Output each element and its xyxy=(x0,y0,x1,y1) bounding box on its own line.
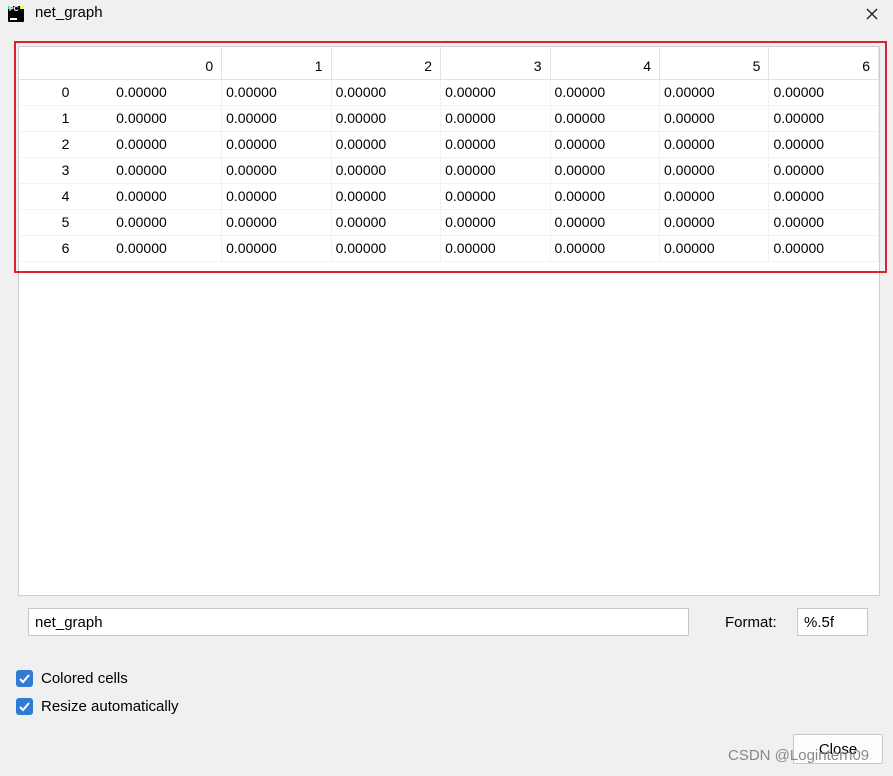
resize-automatically-label: Resize automatically xyxy=(41,698,179,715)
table-cell[interactable]: 0.00000 xyxy=(440,235,551,262)
table-cell[interactable]: 0.00000 xyxy=(768,79,879,106)
format-field[interactable] xyxy=(797,608,868,636)
column-header[interactable]: 6 xyxy=(768,47,879,80)
array-name-field[interactable] xyxy=(28,608,689,636)
table-header-row: 0 1 2 3 4 5 6 xyxy=(19,47,879,80)
table-cell[interactable]: 0.00000 xyxy=(221,157,332,184)
table-cell[interactable]: 0.00000 xyxy=(659,183,770,210)
row-header[interactable]: 1 xyxy=(19,105,113,132)
table-cell[interactable]: 0.00000 xyxy=(331,131,442,158)
row-header[interactable]: 6 xyxy=(19,235,113,262)
table-cell[interactable]: 0.00000 xyxy=(550,105,661,132)
resize-automatically-checkbox[interactable] xyxy=(16,698,33,715)
table-cell[interactable]: 0.00000 xyxy=(221,183,332,210)
title-bar: PC net_graph xyxy=(0,0,893,30)
window-title: net_graph xyxy=(35,4,103,21)
table-cell[interactable]: 0.00000 xyxy=(768,209,879,236)
table-cell[interactable]: 0.00000 xyxy=(331,235,442,262)
table-cell[interactable]: 0.00000 xyxy=(112,235,223,262)
table-cell[interactable]: 0.00000 xyxy=(550,235,661,262)
table-cell[interactable]: 0.00000 xyxy=(550,209,661,236)
table-cell[interactable]: 0.00000 xyxy=(550,131,661,158)
table-cell[interactable]: 0.00000 xyxy=(112,105,223,132)
table-cell[interactable]: 0.00000 xyxy=(440,131,551,158)
row-header[interactable]: 3 xyxy=(19,157,113,184)
table-cell[interactable]: 0.00000 xyxy=(331,183,442,210)
table-cell[interactable]: 0.00000 xyxy=(440,183,551,210)
column-header[interactable]: 2 xyxy=(331,47,442,80)
table-cell[interactable]: 0.00000 xyxy=(659,131,770,158)
row-header[interactable]: 2 xyxy=(19,131,113,158)
table-cell[interactable]: 0.00000 xyxy=(440,79,551,106)
colored-cells-checkbox[interactable] xyxy=(16,670,33,687)
table-cell[interactable]: 0.00000 xyxy=(768,105,879,132)
table-row: 2 0.00000 0.00000 0.00000 0.00000 0.0000… xyxy=(19,131,879,158)
table-row: 5 0.00000 0.00000 0.00000 0.00000 0.0000… xyxy=(19,209,879,236)
table-cell[interactable]: 0.00000 xyxy=(112,79,223,106)
column-header[interactable]: 0 xyxy=(112,47,223,80)
row-header[interactable]: 0 xyxy=(19,79,113,106)
table-row: 3 0.00000 0.00000 0.00000 0.00000 0.0000… xyxy=(19,157,879,184)
table-cell[interactable]: 0.00000 xyxy=(221,79,332,106)
table-cell[interactable]: 0.00000 xyxy=(221,209,332,236)
table-cell[interactable]: 0.00000 xyxy=(112,157,223,184)
row-header[interactable]: 4 xyxy=(19,183,113,210)
colored-cells-label: Colored cells xyxy=(41,670,128,687)
pycharm-icon: PC xyxy=(8,6,24,22)
table-cell[interactable]: 0.00000 xyxy=(440,157,551,184)
table-cell[interactable]: 0.00000 xyxy=(331,157,442,184)
table-cell[interactable]: 0.00000 xyxy=(331,105,442,132)
table-cell[interactable]: 0.00000 xyxy=(659,209,770,236)
table-cell[interactable]: 0.00000 xyxy=(221,235,332,262)
table-cell[interactable]: 0.00000 xyxy=(550,183,661,210)
table-cell[interactable]: 0.00000 xyxy=(112,183,223,210)
row-header[interactable]: 5 xyxy=(19,209,113,236)
array-table-panel[interactable]: 0 1 2 3 4 5 6 0 0.00000 0.00000 0.00000 … xyxy=(18,46,880,596)
column-header[interactable]: 3 xyxy=(440,47,551,80)
table-cell[interactable]: 0.00000 xyxy=(221,105,332,132)
table-cell[interactable]: 0.00000 xyxy=(768,235,879,262)
table-cell[interactable]: 0.00000 xyxy=(440,105,551,132)
table-cell[interactable]: 0.00000 xyxy=(550,79,661,106)
table-cell[interactable]: 0.00000 xyxy=(112,131,223,158)
table-row: 6 0.00000 0.00000 0.00000 0.00000 0.0000… xyxy=(19,235,879,262)
format-label: Format: xyxy=(725,614,777,631)
table-cell[interactable]: 0.00000 xyxy=(221,131,332,158)
table-cell[interactable]: 0.00000 xyxy=(659,235,770,262)
corner-header xyxy=(19,47,113,80)
table-cell[interactable]: 0.00000 xyxy=(331,79,442,106)
column-header[interactable]: 1 xyxy=(221,47,332,80)
checkmark-icon xyxy=(19,674,30,684)
table-row: 0 0.00000 0.00000 0.00000 0.00000 0.0000… xyxy=(19,79,879,106)
table-cell[interactable]: 0.00000 xyxy=(440,209,551,236)
table-row: 1 0.00000 0.00000 0.00000 0.00000 0.0000… xyxy=(19,105,879,132)
table-cell[interactable]: 0.00000 xyxy=(331,209,442,236)
table-row: 4 0.00000 0.00000 0.00000 0.00000 0.0000… xyxy=(19,183,879,210)
table-cell[interactable]: 0.00000 xyxy=(768,131,879,158)
table-cell[interactable]: 0.00000 xyxy=(659,79,770,106)
close-icon[interactable] xyxy=(862,4,882,24)
table-cell[interactable]: 0.00000 xyxy=(112,209,223,236)
table-cell[interactable]: 0.00000 xyxy=(659,105,770,132)
column-header[interactable]: 5 xyxy=(659,47,770,80)
checkmark-icon xyxy=(19,702,30,712)
table-cell[interactable]: 0.00000 xyxy=(550,157,661,184)
column-header[interactable]: 4 xyxy=(550,47,661,80)
table-cell[interactable]: 0.00000 xyxy=(768,183,879,210)
table-cell[interactable]: 0.00000 xyxy=(768,157,879,184)
app-icon-text: PC xyxy=(9,6,19,13)
watermark: CSDN @Logintern09 xyxy=(728,747,870,764)
array-table: 0 1 2 3 4 5 6 0 0.00000 0.00000 0.00000 … xyxy=(19,47,879,262)
table-cell[interactable]: 0.00000 xyxy=(659,157,770,184)
